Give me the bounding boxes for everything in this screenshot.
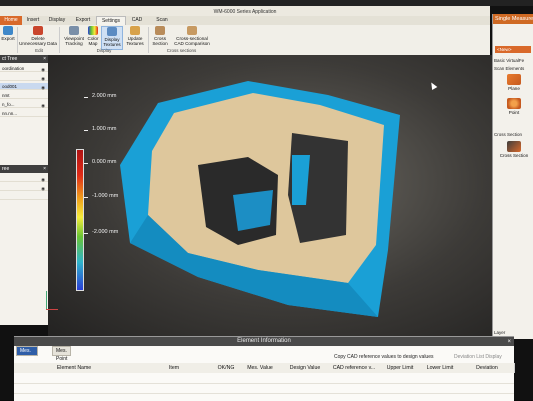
new-selector[interactable]: <New> — [495, 46, 531, 53]
eye-icon[interactable]: ◉ — [41, 84, 45, 91]
tab-cad[interactable]: CAD — [128, 16, 146, 25]
ribbon: Export Delete Unnecessary Data Viewpoint… — [0, 25, 490, 56]
ribbon-tabs: Home Insert Display Export Settings CAD … — [0, 16, 490, 26]
door-blue-detail — [233, 190, 273, 231]
tree-row[interactable]: oordination ◉ — [0, 65, 48, 72]
column-header[interactable]: Lower Limit — [420, 363, 461, 373]
point-icon — [507, 98, 521, 109]
update-texture-icon — [130, 26, 140, 35]
panel-subtabs[interactable]: Basic VirtualFe — [494, 58, 524, 63]
column-header[interactable]: Item — [134, 363, 215, 373]
table-row[interactable] — [14, 374, 514, 384]
cross-section-icon — [155, 26, 165, 35]
cross-section-label: Cross Section — [494, 132, 523, 137]
tab-export[interactable]: Export — [70, 16, 96, 25]
ribbon-divider — [17, 27, 18, 53]
tab-insert[interactable]: Insert — [22, 16, 44, 25]
scale-label: -1.000 mm — [92, 193, 119, 199]
cross-sectional-cad-comparison-button[interactable]: Cross-sectional CAD Comparison — [171, 26, 213, 48]
3d-viewport[interactable]: 2.000 mm 1.000 mm 0.000 mm -1.000 mm -2.… — [46, 55, 494, 337]
point-button[interactable]: Point — [497, 98, 531, 115]
tree-row[interactable]: n_fo... ◉ — [0, 101, 48, 108]
cross-section-button[interactable]: Cross Section — [150, 26, 170, 48]
export-icon — [3, 26, 13, 35]
eye-icon[interactable]: ◉ — [41, 75, 45, 82]
object-tree-panel: ct Tree × oordination ◉ ◉ ood001 ◉ nmt n_f… — [0, 55, 49, 325]
tab-display[interactable]: Display — [44, 16, 70, 25]
column-header[interactable]: CAD reference v... — [328, 363, 381, 373]
close-icon[interactable]: × — [507, 338, 511, 347]
ribbon-group-display: Display — [96, 48, 112, 53]
single-measure-title: Single Measure — [493, 14, 533, 24]
eye-icon[interactable]: ◉ — [41, 176, 45, 183]
tab-mes-point[interactable]: Mes. Point — [52, 346, 72, 362]
scale-label: 2.000 mm — [92, 93, 117, 99]
eye-icon[interactable]: ◉ — [41, 66, 45, 73]
element-information-panel: Element Information × Mes. Result Mes. P… — [14, 336, 515, 401]
plane-icon — [507, 74, 521, 85]
viewpoint-tracking-button[interactable]: Viewpoint Tracking — [62, 26, 86, 48]
delete-icon — [33, 26, 43, 35]
list-item[interactable]: ◉ — [0, 184, 48, 191]
object-tree-header: ct Tree × — [0, 55, 48, 63]
axis-triad-icon — [36, 291, 60, 317]
cross-section-tool-button[interactable]: Cross Section — [497, 141, 531, 158]
ribbon-group-cross-sections: Cross sections — [166, 48, 197, 53]
scale-label: 1.000 mm — [92, 126, 117, 132]
delete-unnecessary-data-button[interactable]: Delete Unnecessary Data — [19, 26, 57, 48]
single-measure-panel: Single Measure <New> Basic VirtualFe Sca… — [492, 14, 533, 339]
column-header[interactable]: Deviation — [460, 363, 515, 373]
scale-tick — [84, 163, 88, 164]
plane-button[interactable]: Plane — [497, 74, 531, 91]
display-textures-button[interactable]: Display Textures — [101, 26, 123, 50]
list-item[interactable] — [0, 193, 48, 200]
column-header[interactable]: OK/NG — [214, 363, 239, 373]
column-header[interactable]: Design Value — [282, 363, 329, 373]
lower-panel-header: ree × — [0, 165, 48, 173]
scale-label: 0.000 mm — [92, 159, 117, 165]
table-row[interactable] — [14, 384, 514, 394]
tree-row[interactable]: ◉ — [0, 74, 48, 81]
color-map-button[interactable]: Color Map — [86, 26, 100, 48]
close-icon[interactable]: × — [43, 165, 46, 173]
tab-scan[interactable]: Scan — [150, 16, 174, 25]
column-header[interactable]: Mes. Value — [238, 363, 283, 373]
eye-icon[interactable]: ◉ — [41, 102, 45, 109]
scale-tick — [84, 233, 88, 234]
ribbon-group-edit: Edit — [35, 48, 43, 53]
tab-mes-result[interactable]: Mes. Result — [16, 346, 39, 362]
export-button[interactable]: Export — [0, 26, 16, 48]
scan-elements-label: Scan Elements — [494, 66, 525, 71]
scale-tick — [84, 197, 88, 198]
tree-row[interactable]: nn.nn... — [0, 110, 48, 117]
color-scale-bar — [76, 149, 84, 291]
tree-row[interactable]: ood001 ◉ — [0, 83, 48, 90]
texture-icon — [107, 27, 117, 36]
tree-row[interactable]: nmt — [0, 92, 48, 99]
list-item[interactable]: ◉ — [0, 175, 48, 182]
update-textures-button[interactable]: Update Textures — [124, 26, 146, 48]
ribbon-divider — [59, 27, 60, 53]
close-icon[interactable]: × — [43, 55, 46, 63]
copy-cad-reference-button[interactable]: Copy CAD reference values to design valu… — [334, 354, 434, 360]
deviation-list-display-button[interactable]: Deviation List Display — [454, 354, 502, 360]
scale-label: -2.000 mm — [92, 229, 119, 235]
cad-comparison-icon — [187, 26, 197, 35]
column-header[interactable]: Element Name — [14, 363, 135, 373]
color-map-icon — [88, 26, 98, 35]
cross-section-icon — [507, 141, 521, 152]
scale-tick — [84, 97, 88, 98]
element-information-title: Element Information × — [14, 337, 514, 346]
layer-label[interactable]: Layer — [494, 330, 505, 335]
tab-home[interactable]: Home — [0, 16, 22, 25]
viewpoint-icon — [69, 26, 79, 35]
monitor-screen: WM-6000 Series Application Home Insert D… — [0, 0, 533, 401]
scale-tick — [84, 130, 88, 131]
eye-icon[interactable]: ◉ — [41, 185, 45, 192]
ribbon-divider — [148, 27, 149, 53]
column-header[interactable]: Upper Limit — [380, 363, 421, 373]
